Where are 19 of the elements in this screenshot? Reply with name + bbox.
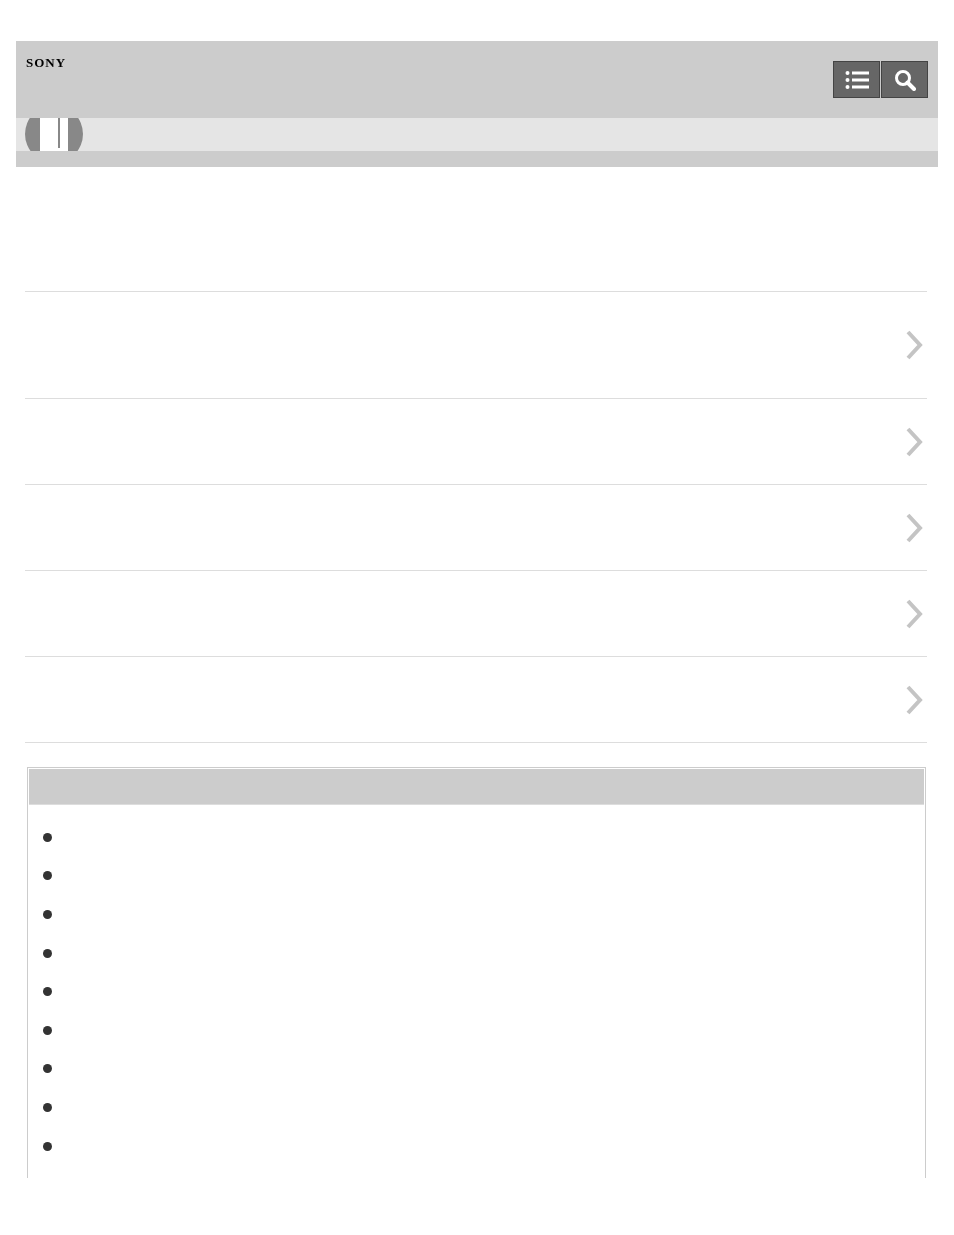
bullet-icon	[43, 910, 52, 919]
chevron-icon[interactable]	[905, 426, 923, 457]
search-icon	[893, 68, 916, 91]
bullet-icon	[43, 1141, 52, 1151]
menu-button[interactable]	[833, 61, 880, 98]
bullet-icon	[43, 1025, 52, 1035]
bullet-icon	[43, 1064, 52, 1074]
bullet-icon	[43, 832, 52, 842]
logo: SONY	[26, 55, 67, 71]
chevron-icon[interactable]	[905, 598, 923, 629]
list-icon	[844, 69, 869, 90]
bullet-icon	[43, 1102, 52, 1112]
chevron-icon[interactable]	[905, 684, 923, 715]
search-button[interactable]	[881, 61, 928, 98]
chevron-icon[interactable]	[905, 330, 923, 360]
bullet-icon	[43, 987, 52, 997]
bullet-icon	[43, 948, 52, 958]
chevron-icon[interactable]	[905, 512, 923, 543]
bullet-icon	[43, 871, 52, 881]
